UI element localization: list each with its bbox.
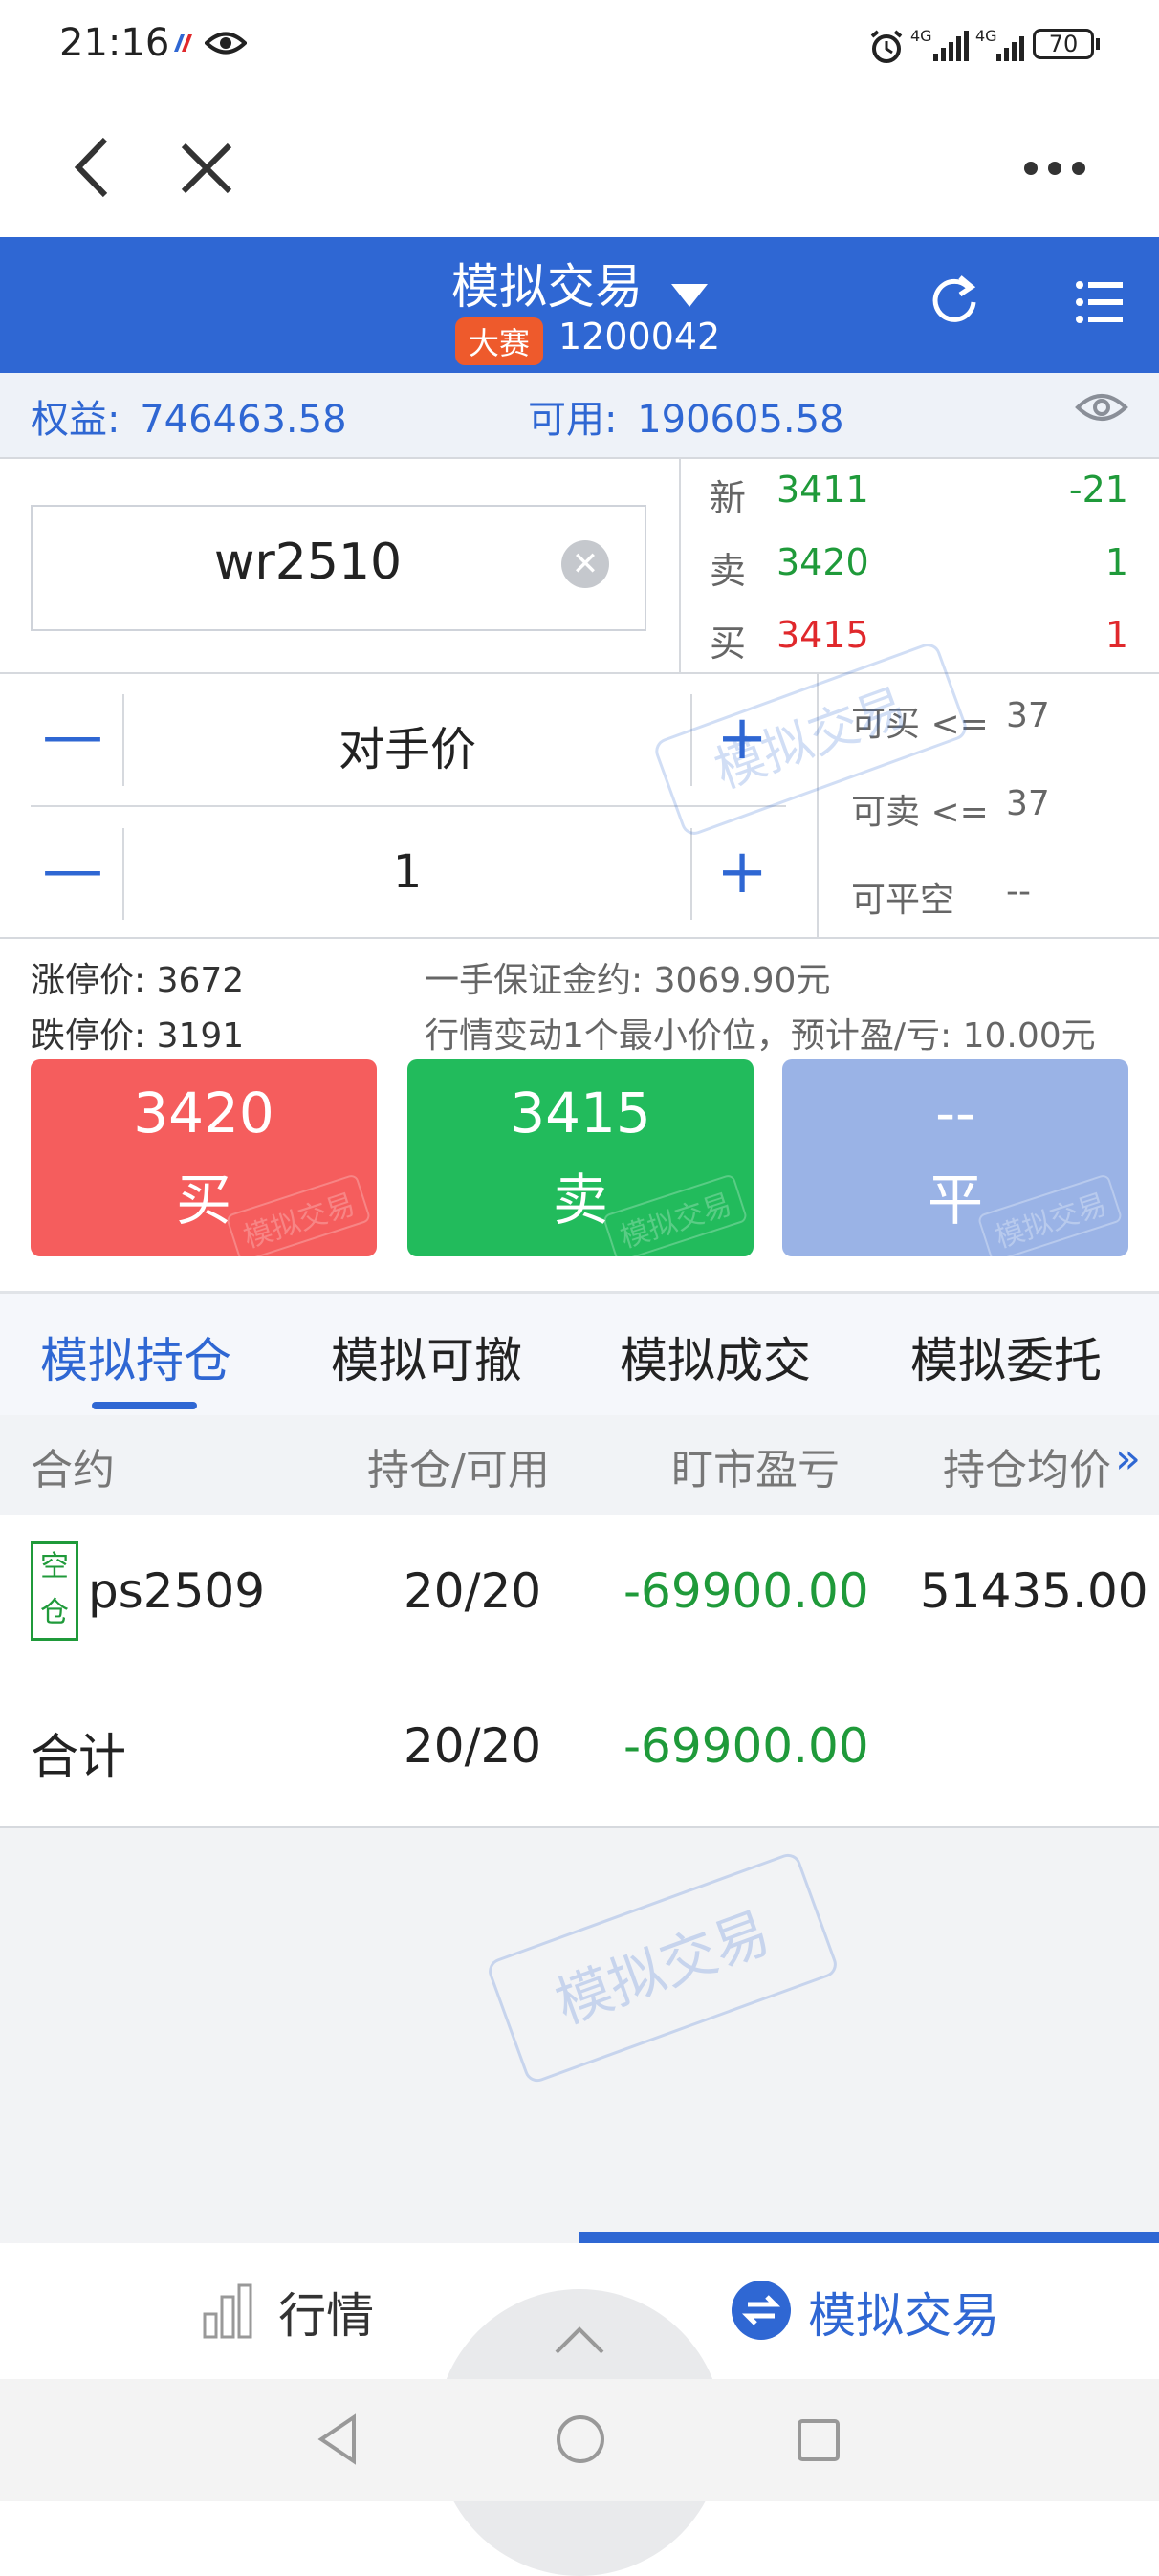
alarm-icon bbox=[868, 29, 905, 69]
chevron-up-icon[interactable] bbox=[553, 2324, 606, 2360]
app-notification-icon bbox=[172, 33, 193, 54]
close-price: -- bbox=[935, 1081, 975, 1146]
battery-level: 70 bbox=[1048, 31, 1079, 57]
quote-change: -21 bbox=[1068, 469, 1128, 511]
equity-label: 权益: bbox=[31, 398, 120, 442]
close-icon[interactable] bbox=[178, 140, 235, 201]
tab-orders[interactable]: 模拟委托 bbox=[910, 1322, 1102, 1391]
tab-trades[interactable]: 模拟成交 bbox=[620, 1322, 811, 1391]
nav-market[interactable]: 行情 bbox=[201, 2278, 374, 2347]
back-icon[interactable] bbox=[67, 134, 115, 205]
buy-price: 3420 bbox=[133, 1081, 274, 1146]
quantity-minus-button[interactable]: — bbox=[34, 832, 111, 908]
can-sell-value: 37 bbox=[1006, 784, 1050, 823]
quote-price-last: 3411 bbox=[776, 469, 869, 511]
quote-bid-volume: 1 bbox=[1104, 614, 1128, 656]
can-close-short-label: 可平空 bbox=[851, 881, 955, 920]
available: 可用: 190605.58 bbox=[528, 388, 844, 444]
row-qty: 20/20 bbox=[404, 1563, 542, 1619]
col-pnl: 盯市盈亏 bbox=[671, 1446, 840, 1495]
margin-per-lot: 一手保证金约: 3069.90元 bbox=[425, 961, 831, 1000]
price-minus-button[interactable]: — bbox=[34, 698, 111, 775]
divider bbox=[31, 805, 786, 807]
quote-price-bid: 3415 bbox=[776, 614, 869, 656]
limit-up-price: 涨停价: 3672 bbox=[31, 961, 245, 1000]
close-position-button[interactable]: -- 平 模拟交易 bbox=[782, 1059, 1128, 1263]
page-title: 模拟交易 bbox=[451, 259, 644, 315]
active-tab-indicator bbox=[92, 1402, 197, 1409]
total-qty: 20/20 bbox=[404, 1718, 542, 1774]
eye-toggle-icon[interactable] bbox=[1075, 388, 1128, 430]
nav-trade-label: 模拟交易 bbox=[808, 2288, 1000, 2344]
scroll-right-icon[interactable]: » bbox=[1115, 1434, 1141, 1483]
top-nav-bar bbox=[0, 96, 1159, 237]
row-contract: ps2509 bbox=[88, 1563, 266, 1619]
equity-value: 746463.58 bbox=[140, 398, 347, 442]
limit-down-price: 跌停价: 3191 bbox=[31, 1016, 245, 1056]
available-value: 190605.58 bbox=[637, 398, 844, 442]
can-buy-value: 37 bbox=[1006, 696, 1050, 735]
quote-label-bid: 买 bbox=[710, 622, 747, 665]
refresh-icon[interactable] bbox=[926, 272, 987, 337]
eye-status-icon bbox=[204, 29, 248, 61]
equity: 权益: 746463.58 bbox=[31, 388, 347, 444]
quantity-plus-button[interactable]: + bbox=[704, 834, 780, 910]
battery-icon: 70 bbox=[1033, 29, 1094, 59]
available-label: 可用: bbox=[528, 398, 618, 442]
row-avg-price: 51435.00 bbox=[920, 1563, 1148, 1619]
system-back-icon[interactable] bbox=[316, 2413, 360, 2469]
can-close-short-value: -- bbox=[1006, 872, 1031, 911]
row-pnl: -69900.00 bbox=[623, 1563, 869, 1619]
tab-positions[interactable]: 模拟持仓 bbox=[40, 1322, 231, 1391]
col-contract: 合约 bbox=[31, 1446, 115, 1495]
dropdown-triangle-icon bbox=[670, 263, 708, 318]
quantity-value[interactable]: 1 bbox=[124, 845, 690, 899]
system-home-icon[interactable] bbox=[555, 2413, 606, 2469]
signal-icon-2 bbox=[995, 29, 1029, 67]
divider bbox=[679, 457, 681, 673]
contest-badge: 大赛 bbox=[455, 317, 544, 365]
total-label: 合计 bbox=[31, 1729, 126, 1784]
divider bbox=[0, 937, 1159, 939]
menu-list-icon[interactable] bbox=[1075, 279, 1125, 329]
system-recents-icon[interactable] bbox=[796, 2417, 842, 2467]
account-number: 1200042 bbox=[558, 316, 721, 358]
quote-price-ask: 3420 bbox=[776, 541, 869, 583]
contract-code[interactable]: wr2510 bbox=[31, 534, 585, 591]
battery-tip bbox=[1096, 38, 1100, 50]
col-qty: 持仓/可用 bbox=[367, 1446, 550, 1495]
col-avg-price: 持仓均价 bbox=[943, 1446, 1111, 1495]
tag-top: 空 bbox=[40, 1550, 69, 1583]
status-bar: 21:16 4G 4G 70 bbox=[0, 0, 1159, 96]
signal-icon bbox=[931, 29, 970, 67]
status-time: 21:16 bbox=[59, 21, 170, 65]
can-sell-label: 可卖 <= bbox=[851, 793, 989, 832]
quote-label-last: 新 bbox=[710, 477, 747, 519]
quote-label-ask: 卖 bbox=[710, 550, 747, 592]
quote-ask-volume: 1 bbox=[1104, 541, 1128, 583]
tag-bottom: 仓 bbox=[40, 1596, 69, 1629]
sell-button[interactable]: 3415 卖 模拟交易 bbox=[407, 1059, 754, 1263]
bar-chart-icon bbox=[201, 2281, 258, 2343]
swap-icon bbox=[731, 2280, 792, 2345]
col-avg-wrapper: 持仓均价 bbox=[943, 1435, 1125, 1496]
price-mode[interactable]: 对手价 bbox=[124, 711, 690, 778]
divider bbox=[690, 828, 692, 920]
divider bbox=[0, 672, 1159, 674]
tick-profit-loss: 行情变动1个最小价位，预计盈/亏: 10.00元 bbox=[425, 1016, 1096, 1056]
more-icon[interactable] bbox=[1021, 159, 1088, 182]
clear-icon[interactable]: ✕ bbox=[561, 540, 609, 588]
total-pnl: -69900.00 bbox=[623, 1718, 869, 1774]
network-label-1: 4G bbox=[910, 27, 932, 45]
short-position-tag: 空 仓 bbox=[31, 1541, 78, 1641]
nav-market-label: 行情 bbox=[278, 2288, 375, 2344]
sell-price: 3415 bbox=[510, 1081, 651, 1146]
buy-button[interactable]: 3420 买 模拟交易 bbox=[31, 1059, 377, 1263]
tab-cancelable[interactable]: 模拟可撤 bbox=[331, 1322, 522, 1391]
nav-trade[interactable]: 模拟交易 bbox=[731, 2278, 999, 2347]
